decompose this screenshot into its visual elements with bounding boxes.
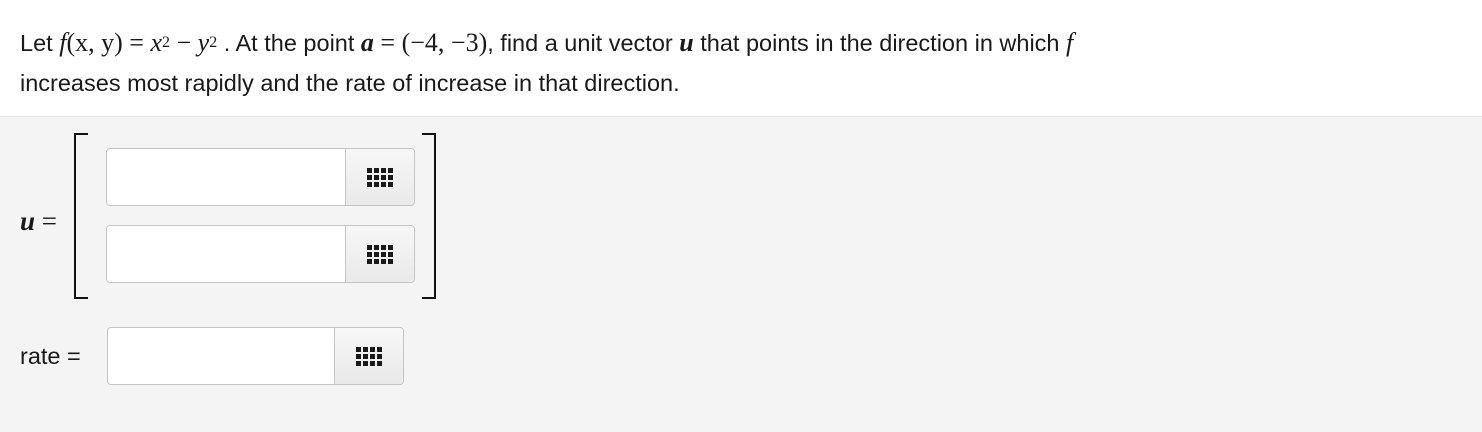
- rate-label: rate =: [20, 343, 81, 369]
- math-palette-button[interactable]: [345, 226, 414, 282]
- question-panel: Let f(x, y) = x2 − y2 . At the point a =…: [0, 0, 1482, 117]
- rate-answer: [107, 327, 404, 385]
- u-label: u =: [20, 206, 58, 236]
- grid-icon: [367, 244, 393, 264]
- u-component-2-input[interactable]: [107, 226, 345, 282]
- matrix-left-bracket: [74, 133, 88, 299]
- question-text-line1: Let f(x, y) = x2 − y2 . At the point a =…: [20, 28, 1073, 58]
- rate-input[interactable]: [108, 328, 334, 384]
- u-component-1-answer: [106, 148, 415, 206]
- point-expression: a = (−4, −3): [360, 28, 488, 57]
- function-symbol: f: [1066, 28, 1074, 57]
- question-text: . At the point: [217, 30, 361, 56]
- grid-icon: [367, 167, 393, 187]
- grid-icon: [356, 346, 382, 366]
- matrix-right-bracket: [422, 133, 436, 299]
- question-text: , find a unit vector: [487, 30, 680, 56]
- problem-page: Let f(x, y) = x2 − y2 . At the point a =…: [0, 0, 1482, 432]
- question-text: that points in the direction in which: [693, 30, 1067, 56]
- u-component-1-input[interactable]: [107, 149, 345, 205]
- question-text-line2: increases most rapidly and the rate of i…: [20, 70, 680, 96]
- math-palette-button[interactable]: [345, 149, 414, 205]
- u-component-2-answer: [106, 225, 415, 283]
- vector-u-symbol: u: [679, 28, 694, 57]
- math-palette-button[interactable]: [334, 328, 403, 384]
- question-text: Let: [20, 30, 60, 56]
- function-expression: f(x, y) = x2 − y2: [59, 28, 218, 57]
